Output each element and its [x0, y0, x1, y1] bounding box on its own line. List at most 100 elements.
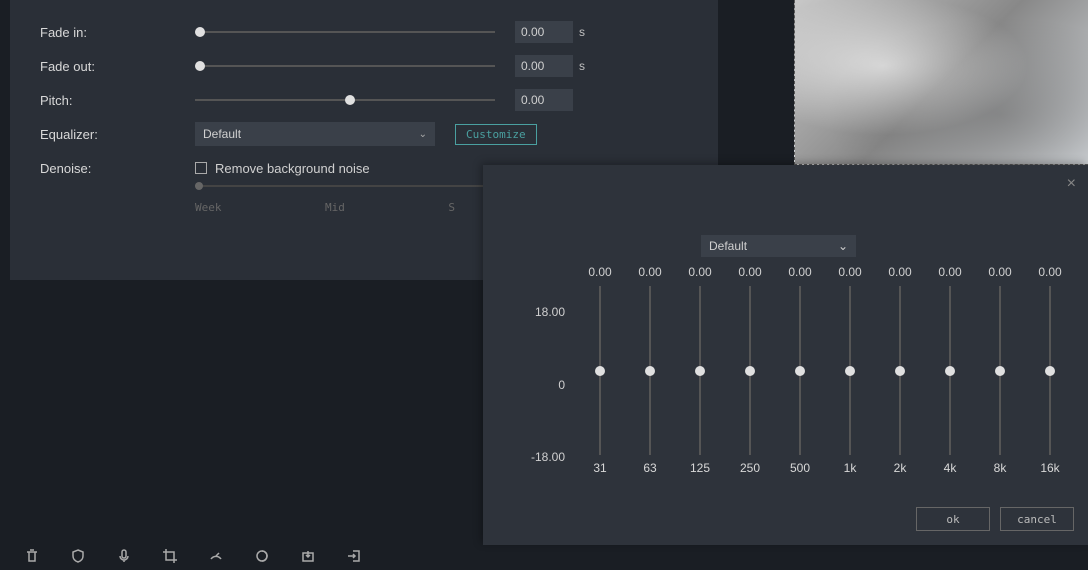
- pitch-label: Pitch:: [40, 93, 195, 108]
- cancel-button[interactable]: cancel: [1000, 507, 1074, 531]
- pitch-row: Pitch: 0.00: [40, 83, 688, 117]
- eq-band-freq: 1k: [844, 461, 857, 475]
- bottom-toolbar: [0, 542, 480, 570]
- eq-band-freq: 125: [690, 461, 710, 475]
- eq-band-thumb[interactable]: [695, 366, 705, 376]
- mic-icon[interactable]: [116, 548, 132, 564]
- eq-band-thumb[interactable]: [595, 366, 605, 376]
- eq-band-slider[interactable]: [599, 286, 601, 455]
- fade-out-label: Fade out:: [40, 59, 195, 74]
- eq-band-2k: 0.002k: [881, 265, 919, 475]
- fade-out-row: Fade out: 0.00 s: [40, 49, 688, 83]
- eq-band-slider[interactable]: [699, 286, 701, 455]
- equalizer-label: Equalizer:: [40, 127, 195, 142]
- login-icon[interactable]: [346, 548, 362, 564]
- video-preview: [794, 0, 1088, 165]
- speed-icon[interactable]: [208, 548, 224, 564]
- eq-band-slider[interactable]: [649, 286, 651, 455]
- fade-in-unit: s: [579, 25, 585, 39]
- eq-band-31: 0.00 31: [581, 265, 619, 475]
- eq-band-thumb[interactable]: [745, 366, 755, 376]
- denoise-checkbox-label: Remove background noise: [215, 161, 370, 176]
- eq-band-value: 0.00: [838, 265, 861, 280]
- equalizer-dropdown-value: Default: [203, 127, 241, 141]
- eq-band-value: 0.00: [938, 265, 961, 280]
- eq-band-value: 0.00: [988, 265, 1011, 280]
- eq-band-8k: 0.00 8k: [981, 265, 1019, 475]
- eq-band-thumb[interactable]: [1045, 366, 1055, 376]
- fade-out-unit: s: [579, 59, 585, 73]
- eq-preset-dropdown[interactable]: Default ⌄: [701, 235, 856, 257]
- denoise-mid-label: Mid: [325, 201, 345, 214]
- eq-band-slider[interactable]: [1049, 286, 1051, 455]
- shield-icon[interactable]: [70, 548, 86, 564]
- eq-scale-max: 18.00: [520, 305, 565, 319]
- eq-band-value: 0.00: [688, 265, 711, 280]
- eq-band-slider[interactable]: [849, 286, 851, 455]
- fade-in-row: Fade in: 0.00 s: [40, 15, 688, 49]
- eq-band-slider[interactable]: [999, 286, 1001, 455]
- eq-band-freq: 500: [790, 461, 810, 475]
- eq-band-slider[interactable]: [749, 286, 751, 455]
- eq-band-value: 0.00: [638, 265, 661, 280]
- eq-band-500: 0.00 500: [781, 265, 819, 475]
- eq-band-slider[interactable]: [899, 286, 901, 455]
- eq-band-freq: 8k: [994, 461, 1007, 475]
- color-icon[interactable]: [254, 548, 270, 564]
- eq-preset-value: Default: [709, 239, 747, 253]
- chevron-down-icon: ⌄: [838, 239, 848, 253]
- equalizer-dialog: × Default ⌄ 18.00 0 -18.00 0.00 31 0.00 63 0…: [483, 165, 1088, 545]
- denoise-strong-label: S: [448, 201, 455, 214]
- crop-icon[interactable]: [162, 548, 178, 564]
- eq-band-value: 0.00: [738, 265, 761, 280]
- pitch-slider[interactable]: [195, 99, 495, 101]
- denoise-checkbox[interactable]: [195, 162, 207, 174]
- eq-band-4k: 0.00 4k: [931, 265, 969, 475]
- eq-band-slider[interactable]: [949, 286, 951, 455]
- pitch-slider-thumb[interactable]: [345, 95, 355, 105]
- eq-band-freq: 2k: [894, 461, 907, 475]
- eq-band-thumb[interactable]: [995, 366, 1005, 376]
- fade-in-label: Fade in:: [40, 25, 195, 40]
- equalizer-row: Equalizer: Default ⌄ Customize: [40, 117, 688, 151]
- eq-scale-min: -18.00: [520, 450, 565, 464]
- fade-in-slider-thumb[interactable]: [195, 27, 205, 37]
- eq-band-freq: 31: [593, 461, 606, 475]
- denoise-strength-slider[interactable]: Week Mid S: [195, 185, 495, 214]
- fade-out-slider[interactable]: [195, 65, 495, 67]
- eq-band-16k: 0.00 16k: [1031, 265, 1069, 475]
- eq-bands: 0.00310.00630.001250.002500.005000.001k0…: [575, 265, 1075, 475]
- fade-out-slider-thumb[interactable]: [195, 61, 205, 71]
- eq-band-value: 0.00: [1038, 265, 1061, 280]
- fade-in-value[interactable]: 0.00: [515, 21, 573, 43]
- equalizer-dropdown[interactable]: Default ⌄: [195, 122, 435, 146]
- eq-band-value: 0.00: [788, 265, 811, 280]
- eq-band-slider[interactable]: [799, 286, 801, 455]
- pitch-value[interactable]: 0.00: [515, 89, 573, 111]
- export-icon[interactable]: [300, 548, 316, 564]
- eq-band-value: 0.00: [588, 265, 611, 280]
- eq-band-thumb[interactable]: [845, 366, 855, 376]
- ok-button[interactable]: ok: [916, 507, 990, 531]
- denoise-weak-label: Week: [195, 201, 222, 214]
- eq-band-thumb[interactable]: [895, 366, 905, 376]
- fade-out-value[interactable]: 0.00: [515, 55, 573, 77]
- eq-band-125: 0.00 125: [681, 265, 719, 475]
- chevron-down-icon: ⌄: [419, 129, 427, 140]
- eq-band-thumb[interactable]: [795, 366, 805, 376]
- denoise-slider-thumb[interactable]: [195, 182, 203, 190]
- delete-icon[interactable]: [24, 548, 40, 564]
- eq-band-1k: 0.00 1k: [831, 265, 869, 475]
- denoise-scale: Week Mid S: [195, 201, 455, 214]
- eq-band-freq: 4k: [944, 461, 957, 475]
- eq-band-thumb[interactable]: [945, 366, 955, 376]
- customize-button[interactable]: Customize: [455, 124, 537, 145]
- eq-band-thumb[interactable]: [645, 366, 655, 376]
- eq-band-freq: 250: [740, 461, 760, 475]
- eq-band-freq: 63: [643, 461, 656, 475]
- eq-band-freq: 16k: [1040, 461, 1059, 475]
- fade-in-slider[interactable]: [195, 31, 495, 33]
- eq-band-250: 0.00 250: [731, 265, 769, 475]
- close-icon[interactable]: ×: [1067, 175, 1076, 193]
- eq-scale: 18.00 0 -18.00: [520, 275, 565, 455]
